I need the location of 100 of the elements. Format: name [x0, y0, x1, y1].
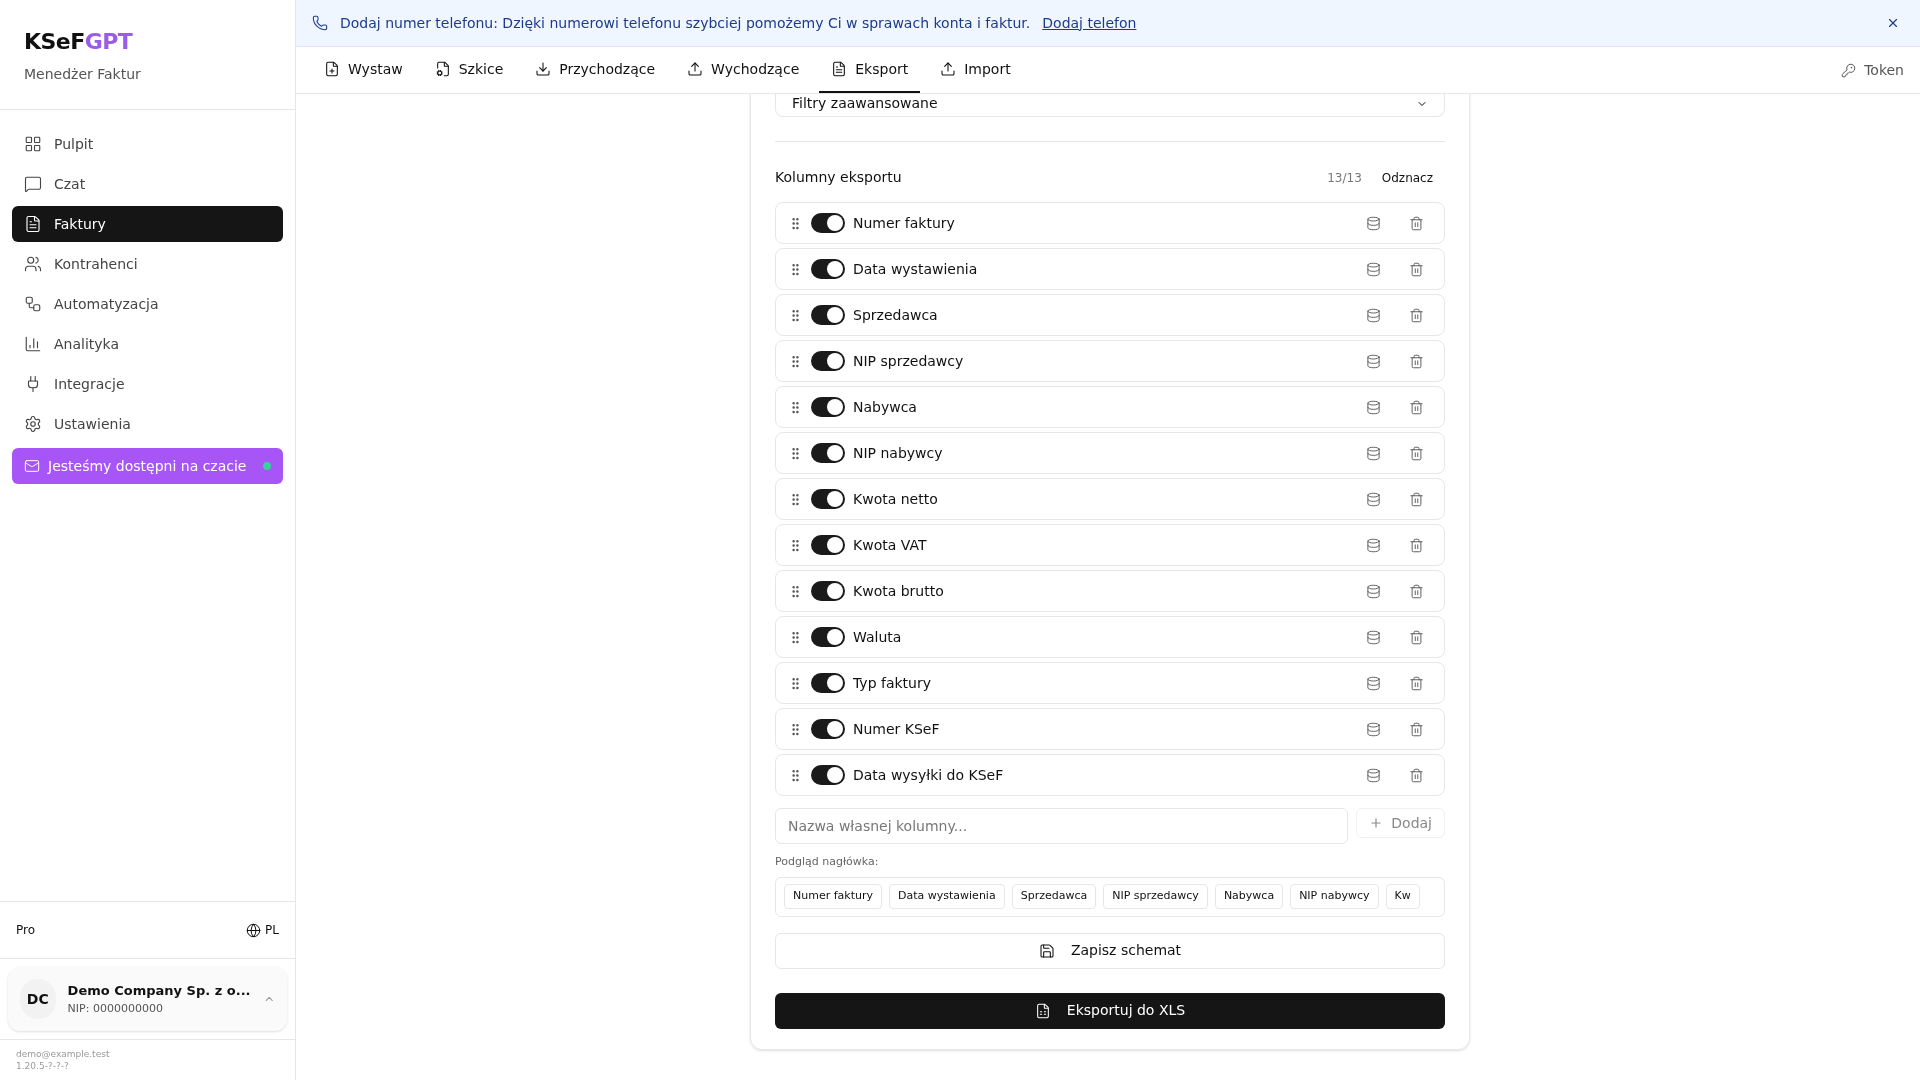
column-label: Waluta	[853, 627, 903, 647]
database-icon[interactable]	[1366, 261, 1381, 277]
upload-icon	[940, 61, 957, 77]
tab[interactable]: Wychodzące	[675, 47, 812, 93]
add-button[interactable]: Dodaj	[1356, 808, 1445, 838]
header-chip: Numer faktury	[784, 884, 882, 909]
preview-label: Podgląd nagłówka:	[775, 854, 880, 870]
tab[interactable]: Import	[928, 47, 1023, 93]
nav-item[interactable]: Kontrahenci	[12, 246, 283, 282]
delete-icon[interactable]	[1409, 583, 1424, 599]
delete-icon[interactable]	[1409, 353, 1424, 369]
chat-icon	[24, 175, 42, 193]
logo-text: KSeF	[24, 28, 85, 56]
company-nip: NIP: 0000000000	[67, 1000, 164, 1017]
database-icon[interactable]	[1366, 721, 1381, 737]
toggle-switch[interactable]	[811, 673, 845, 693]
delete-icon[interactable]	[1409, 261, 1424, 277]
toggle-switch[interactable]	[811, 719, 845, 739]
delete-icon[interactable]	[1409, 491, 1424, 507]
tab[interactable]: Przychodzące	[523, 47, 668, 93]
company-switcher[interactable]: DC Demo Company Sp. z o... NIP: 0000000000	[8, 967, 287, 1031]
database-icon[interactable]	[1366, 399, 1381, 415]
deselect-button[interactable]: Odznacz	[1381, 168, 1433, 187]
database-icon[interactable]	[1366, 583, 1381, 599]
plus-icon	[1369, 816, 1384, 830]
settings-icon	[24, 415, 42, 433]
toggle-switch[interactable]	[811, 213, 845, 233]
toggle-switch[interactable]	[811, 259, 845, 279]
column-label: NIP nabywcy	[853, 443, 944, 463]
tab[interactable]: Szkice	[422, 47, 516, 93]
custom-column-field[interactable]: Nazwa własnej kolumny...	[775, 808, 1349, 844]
delete-icon[interactable]	[1409, 767, 1424, 783]
column-label: Sprzedawca	[853, 305, 939, 325]
add-phone-link[interactable]: Dodaj telefon	[1042, 12, 1137, 34]
upload-icon	[687, 61, 704, 77]
toggle-switch[interactable]	[811, 765, 845, 785]
toggle-switch[interactable]	[811, 397, 845, 417]
toggle-switch[interactable]	[811, 489, 845, 509]
key-icon	[1841, 62, 1857, 78]
database-icon[interactable]	[1366, 675, 1381, 691]
database-icon[interactable]	[1366, 767, 1381, 783]
toggle-switch[interactable]	[811, 581, 845, 601]
toggle-switch[interactable]	[811, 535, 845, 555]
delete-icon[interactable]	[1409, 215, 1424, 231]
logo-accent-text: GPT	[84, 28, 133, 56]
nav-item[interactable]: Integracje	[12, 366, 283, 402]
nav-item[interactable]: Automatyzacja	[12, 286, 283, 322]
delete-icon[interactable]	[1409, 399, 1424, 415]
save-schema-button[interactable]: Zapisz schemat	[775, 932, 1445, 969]
nav-item[interactable]: Ustawienia	[12, 406, 283, 442]
column-label: Data wysyłki do KSeF	[853, 765, 1005, 785]
toggle-switch[interactable]	[811, 443, 845, 463]
database-icon[interactable]	[1366, 629, 1381, 645]
mail-icon	[24, 458, 40, 474]
column-label: NIP sprzedawcy	[853, 351, 965, 371]
database-icon[interactable]	[1366, 353, 1381, 369]
column-count: 13/13	[1327, 169, 1362, 187]
chat-availability-button[interactable]: Jesteśmy dostępni na czacie	[12, 448, 283, 484]
plan-label: Pro	[16, 922, 36, 939]
user-email: demo@example.test	[16, 1048, 111, 1060]
save-icon	[1038, 942, 1055, 959]
app-version: 1.20.5-?-?-?	[16, 1060, 70, 1072]
bar-chart-icon	[24, 335, 42, 353]
delete-icon[interactable]	[1409, 537, 1424, 553]
database-icon[interactable]	[1366, 307, 1381, 323]
export-xls-button[interactable]: Eksportuj do XLS	[775, 992, 1445, 1029]
phone-icon	[312, 15, 328, 31]
section-title: Kolumny eksportu	[775, 168, 903, 187]
delete-icon[interactable]	[1409, 307, 1424, 323]
database-icon[interactable]	[1366, 491, 1381, 507]
delete-icon[interactable]	[1409, 675, 1424, 691]
workflow-icon	[24, 295, 42, 313]
toggle-switch[interactable]	[811, 627, 845, 647]
column-label: Kwota brutto	[853, 581, 945, 601]
company-name: Demo Company Sp. z o...	[67, 982, 251, 1000]
toggle-switch[interactable]	[811, 351, 845, 371]
language-button[interactable]: PL	[246, 921, 279, 939]
nav-item[interactable]: Faktury	[12, 206, 283, 242]
delete-icon[interactable]	[1409, 445, 1424, 461]
app-subtitle: Menedżer Faktur	[24, 65, 142, 84]
users-icon	[24, 255, 42, 273]
column-label: Nabywca	[853, 397, 918, 417]
delete-icon[interactable]	[1409, 721, 1424, 737]
grid-icon	[24, 135, 42, 153]
delete-icon[interactable]	[1409, 629, 1424, 645]
nav-item[interactable]: Pulpit	[12, 126, 283, 162]
company-avatar: DC	[20, 979, 56, 1019]
database-icon[interactable]	[1366, 215, 1381, 231]
header-chip: NIP nabywcy	[1290, 884, 1379, 909]
tab[interactable]: Wystaw	[312, 47, 415, 93]
tab[interactable]: Eksport	[819, 47, 921, 93]
advanced-filters-select[interactable]: Filtry zaawansowane	[775, 94, 1445, 117]
database-icon[interactable]	[1366, 445, 1381, 461]
token-button[interactable]: Token	[1841, 47, 1904, 93]
nav-item[interactable]: Czat	[12, 166, 283, 202]
spreadsheet-icon	[1034, 1002, 1051, 1019]
database-icon[interactable]	[1366, 537, 1381, 553]
toggle-switch[interactable]	[811, 305, 845, 325]
column-label: Kwota VAT	[853, 535, 928, 555]
nav-item[interactable]: Analityka	[12, 326, 283, 362]
